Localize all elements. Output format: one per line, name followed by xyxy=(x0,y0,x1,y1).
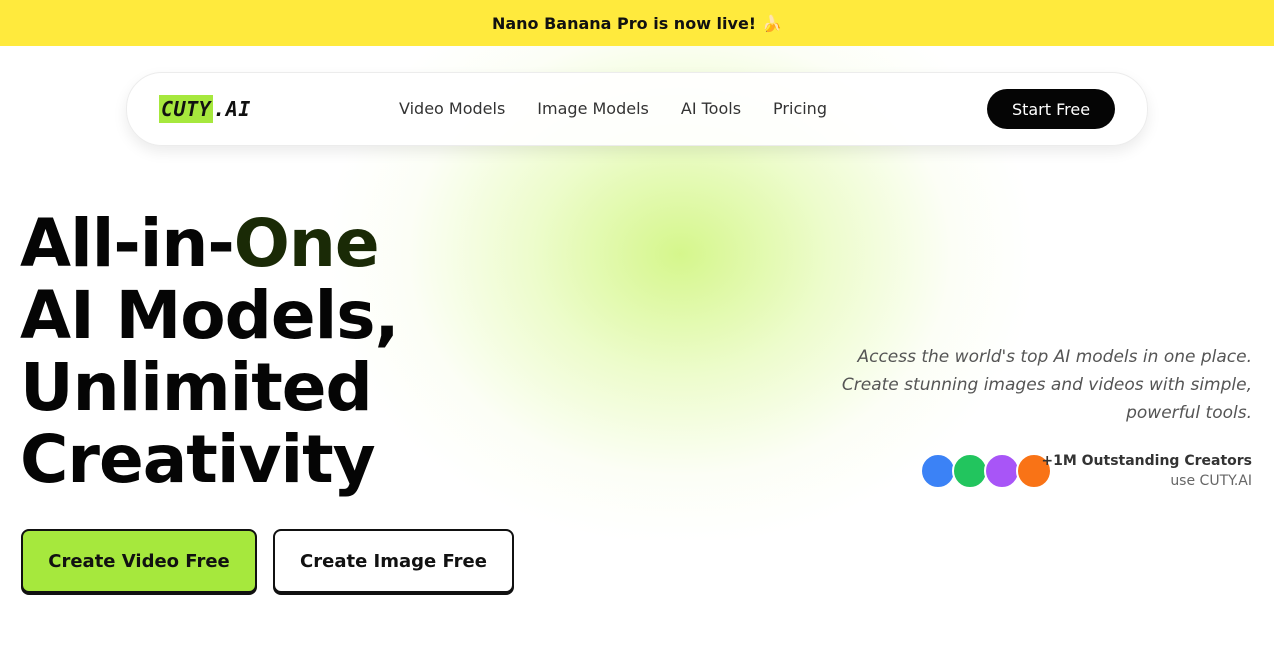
logo[interactable]: CUTY .AI xyxy=(159,95,251,123)
hero-line-1b: One xyxy=(233,205,380,282)
avatar xyxy=(920,453,956,489)
hero-title: All-in-One AI Models, Unlimited Creativi… xyxy=(20,208,400,498)
creators-headline: +1M Outstanding Creators xyxy=(1041,453,1252,469)
creators-sub: use CUTY.AI xyxy=(1170,473,1252,489)
hero-line-1: All-in-One xyxy=(20,208,399,280)
tagline: Access the world's top AI models in one … xyxy=(782,343,1252,427)
avatar xyxy=(952,453,988,489)
banner-text: Nano Banana Pro is now live! xyxy=(491,13,757,33)
navbar: CUTY .AI Video Models Image Models AI Too… xyxy=(126,72,1148,146)
hero-line-3: Unlimited xyxy=(20,349,373,426)
hero-line-1a: All-in- xyxy=(20,205,235,282)
nav-link-ai-tools[interactable]: AI Tools xyxy=(681,97,741,121)
tagline-line-1: Access the world's top AI models in one … xyxy=(857,347,1252,367)
start-free-button[interactable]: Start Free xyxy=(987,89,1115,129)
nav-link-pricing[interactable]: Pricing xyxy=(773,97,827,121)
creators-count: +1M Outstanding Creators use CUTY.AI xyxy=(1041,451,1252,491)
tagline-line-2: Create stunning images and videos with s… xyxy=(841,375,1252,395)
create-image-button[interactable]: Create Image Free xyxy=(273,529,514,593)
tagline-line-3: powerful tools. xyxy=(1126,403,1252,423)
logo-suffix: .AI xyxy=(213,97,251,121)
banana-icon: 🍌 xyxy=(762,13,783,33)
hero-line-2: AI Models, xyxy=(20,277,400,354)
hero-line-4: Creativity xyxy=(20,421,376,498)
avatar-group xyxy=(920,453,1056,489)
announcement-banner[interactable]: Nano Banana Pro is now live! 🍌 xyxy=(0,0,1274,46)
create-video-button[interactable]: Create Video Free xyxy=(21,529,257,593)
nav-link-image-models[interactable]: Image Models xyxy=(537,97,649,121)
avatar xyxy=(984,453,1020,489)
nav-links: Video Models Image Models AI Tools Prici… xyxy=(399,97,827,121)
logo-highlight: CUTY xyxy=(159,95,214,123)
nav-link-video-models[interactable]: Video Models xyxy=(399,97,505,121)
